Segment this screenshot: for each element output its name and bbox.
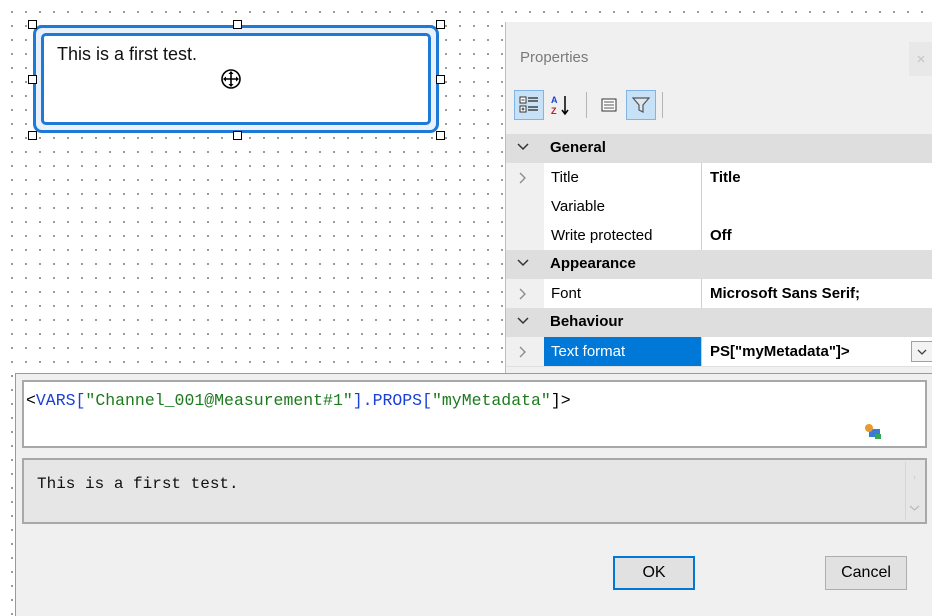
expression-text: <VARS["Channel_001@Measurement#1"].PROPS… [26,391,571,410]
resize-handle-bottom-left[interactable] [28,131,37,140]
property-name: Text format [544,337,702,366]
resize-handle-top-left[interactable] [28,20,37,29]
selected-textbox-widget[interactable]: This is a first test. [28,20,445,140]
expr-token: < [26,391,36,410]
resize-handle-bottom[interactable] [233,131,242,140]
textbox-text: This is a first test. [57,44,198,64]
properties-panel: Properties A Z General Title Title Varia… [505,22,932,374]
category-label: General [550,139,606,156]
properties-title: Properties [520,49,589,66]
resize-handle-right[interactable] [436,75,445,84]
chevron-right-icon [519,288,526,300]
expr-token: ].PROPS[ [352,391,432,410]
row-gutter [506,192,544,221]
row-gutter [506,337,544,366]
close-icon [917,55,925,63]
resize-handle-top-right[interactable] [436,20,445,29]
expr-token: "Channel_001@Measurement#1" [85,391,353,410]
property-row-write-protected[interactable]: Write protected Off [506,221,932,251]
preview-scrollbar[interactable] [905,462,923,520]
properties-titlebar[interactable]: Properties [506,22,932,82]
row-gutter [506,279,544,308]
row-gutter [506,163,544,192]
alphabetical-sort-icon: A Z [551,95,569,116]
filter-icon [631,97,651,113]
category-label: Appearance [550,255,636,272]
alphabetical-button[interactable]: A Z [546,90,576,120]
property-value[interactable]: Title [703,163,932,192]
resize-handle-top[interactable] [233,20,242,29]
category-label: Behaviour [550,313,624,330]
toolbar-separator [662,92,663,118]
chevron-right-icon [519,346,526,358]
expr-token: ]> [550,391,571,410]
property-row-font[interactable]: Font Microsoft Sans Serif; [506,279,932,309]
expression-input[interactable]: <VARS["Channel_001@Measurement#1"].PROPS… [22,380,927,448]
property-value[interactable]: Microsoft Sans Serif; [703,279,932,308]
chevron-down-icon [517,143,529,151]
chevron-down-icon [517,317,529,325]
expr-token: VARS[ [35,391,86,410]
property-row-variable[interactable]: Variable [506,192,932,222]
property-pages-icon [601,98,617,112]
property-value[interactable]: PS["myMetadata"]> [703,337,909,366]
properties-toolbar: A Z [506,84,932,128]
property-pages-button[interactable] [594,90,624,120]
insert-variable-icon[interactable] [863,422,883,440]
cancel-button[interactable]: Cancel [825,556,907,590]
text-format-dropdown-button[interactable] [911,341,932,362]
svg-text:Z: Z [551,106,557,116]
property-name: Font [544,279,702,308]
ok-button[interactable]: OK [613,556,695,590]
categorized-icon [519,96,538,113]
preview-text: This is a first test. [37,475,239,493]
category-appearance[interactable]: Appearance [506,250,932,280]
property-name: Write protected [544,221,702,250]
preview-output: This is a first test. [22,458,927,524]
property-row-text-format[interactable]: Text format PS["myMetadata"]> [506,337,932,367]
resize-handle-bottom-right[interactable] [436,131,445,140]
toolbar-separator [586,92,587,118]
category-behaviour[interactable]: Behaviour [506,308,932,338]
property-grid: General Title Title Variable Write prote… [506,134,932,374]
property-value[interactable] [703,192,932,221]
expr-token: "myMetadata" [431,391,551,410]
text-format-dialog: <VARS["Channel_001@Measurement#1"].PROPS… [15,373,932,616]
property-row-title[interactable]: Title Title [506,163,932,193]
row-gutter [506,221,544,250]
category-general[interactable]: General [506,134,932,164]
filter-button[interactable] [626,90,656,120]
svg-text:A: A [551,95,558,105]
property-name: Variable [544,192,702,221]
resize-handle-left[interactable] [28,75,37,84]
chevron-down-icon [917,349,927,355]
move-cursor-icon [221,69,241,89]
close-button[interactable] [909,42,932,76]
property-name: Title [544,163,702,192]
chevron-down-icon [909,476,920,511]
chevron-right-icon [519,172,526,184]
categorized-button[interactable] [514,90,544,120]
chevron-down-icon [517,259,529,267]
property-value[interactable]: Off [703,221,932,250]
